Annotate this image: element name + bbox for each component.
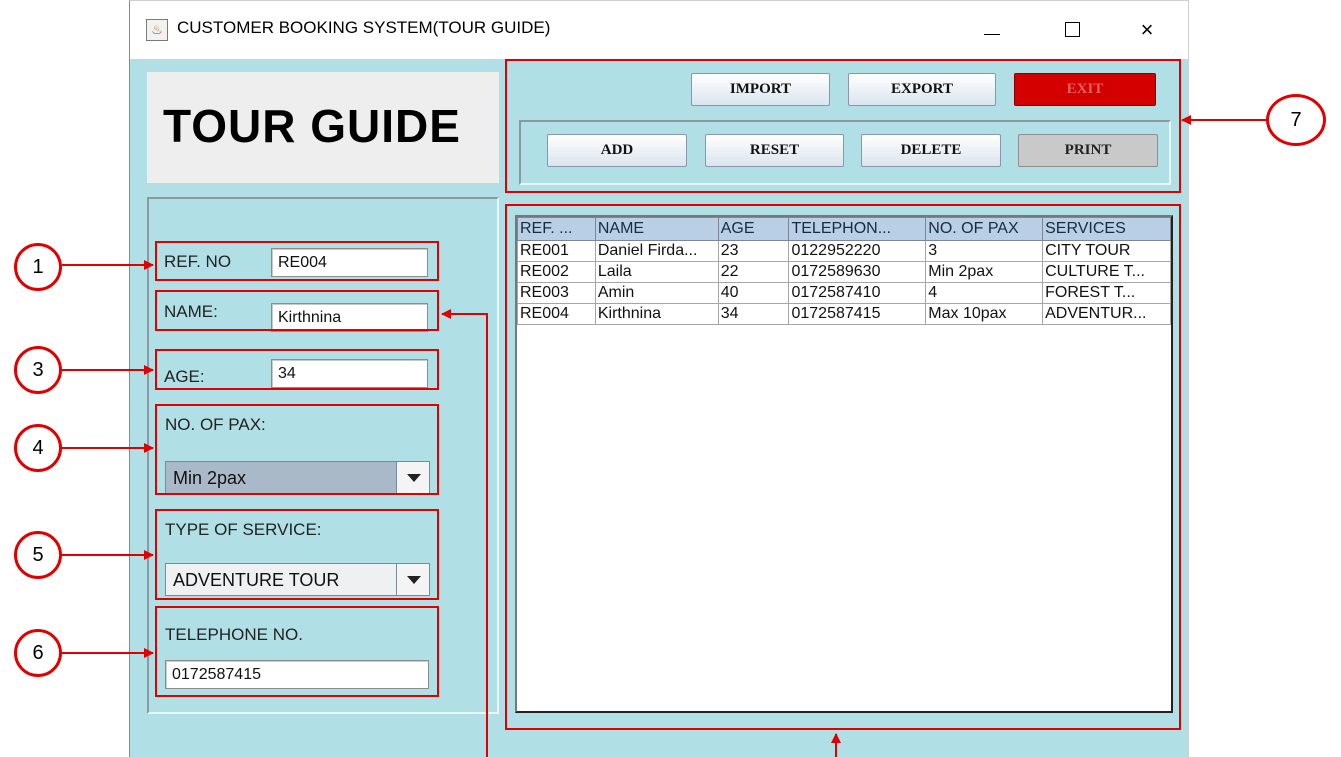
annotation-marker-3: 3 <box>14 346 62 394</box>
annotation-marker-6: 6 <box>14 629 62 677</box>
annotation-marker-7: 7 <box>1266 94 1326 146</box>
annotation-marker-4: 4 <box>14 424 62 472</box>
annotation-marker-5: 5 <box>14 531 62 579</box>
annotation-arrows <box>62 115 1268 757</box>
annotation-marker-1: 1 <box>14 243 62 291</box>
